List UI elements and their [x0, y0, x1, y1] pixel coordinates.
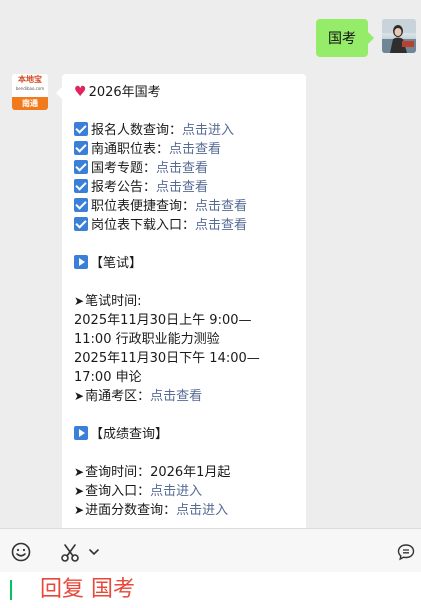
score-time-text: 查询时间：2026年1月起	[85, 465, 231, 480]
exam-area-link[interactable]: 点击查看	[150, 389, 202, 404]
user-photo	[382, 19, 416, 53]
link-row: 职位表便捷查询：点击查看	[74, 197, 302, 216]
written-time-label: ➤笔试时间:	[74, 292, 302, 311]
outgoing-message-text: 国考	[328, 31, 356, 47]
exam-area-row: ➤南通考区：点击查看	[74, 387, 302, 406]
written-exam-title: 【笔试】	[74, 254, 302, 273]
link-action[interactable]: 点击查看	[169, 142, 221, 157]
play-icon	[74, 426, 88, 440]
link-label: 南通职位表：	[91, 142, 170, 157]
arrow-icon: ➤	[74, 294, 85, 308]
avatar-logo: 本地宝 bendibao.com	[12, 74, 48, 96]
check-icon	[74, 122, 88, 136]
score-entry-row: ➤查询入口：点击进入	[74, 482, 302, 501]
score-query-title: 【成绩查询】	[74, 425, 302, 444]
link-action[interactable]: 点击进入	[182, 123, 234, 138]
arrow-icon: ➤	[74, 465, 85, 479]
written-time-text: 笔试时间:	[85, 294, 142, 309]
arrow-icon: ➤	[74, 389, 85, 403]
scissors-icon[interactable]	[59, 542, 81, 564]
link-action[interactable]: 点击查看	[156, 180, 208, 195]
incoming-message-bubble[interactable]: ♥ 2026年国考 报名人数查询：点击进入 南通职位表：点击查看 国考专题：点击查…	[56, 74, 306, 528]
arrow-icon: ➤	[74, 503, 85, 517]
link-row: 报名人数查询：点击进入	[74, 121, 302, 140]
message-heading: ♥ 2026年国考	[74, 83, 302, 102]
check-icon	[74, 179, 88, 193]
message-input[interactable]: 回复 国考	[0, 572, 421, 608]
avatar-logo-text: 本地宝	[18, 75, 42, 84]
message-content: ♥ 2026年国考 报名人数查询：点击进入 南通职位表：点击查看 国考专题：点击查…	[74, 83, 302, 520]
link-row: 南通职位表：点击查看	[74, 140, 302, 159]
score-time-row: ➤查询时间：2026年1月起	[74, 463, 302, 482]
chat-area: 国考 本地宝 bendibao.com 南通 ♥ 2026年国考 报名人数查询：点…	[0, 0, 421, 528]
exam-area-label: 南通考区：	[85, 389, 151, 404]
text-cursor	[10, 580, 12, 600]
interview-score-row: ➤进面分数查询：点击进入	[74, 501, 302, 520]
emoji-icon[interactable]	[11, 542, 31, 562]
link-action[interactable]: 点击查看	[195, 218, 247, 233]
interview-score-link[interactable]: 点击进入	[176, 503, 228, 518]
arrow-icon: ➤	[74, 484, 85, 498]
chat-bubble-icon[interactable]	[397, 543, 415, 561]
schedule-line: 2025年11月30日上午 9:00—	[74, 313, 252, 328]
check-icon	[74, 141, 88, 155]
official-account-avatar[interactable]: 本地宝 bendibao.com 南通	[12, 74, 48, 110]
link-row: 国考专题：点击查看	[74, 159, 302, 178]
play-icon	[74, 255, 88, 269]
score-entry-label: 查询入口：	[85, 484, 151, 499]
link-label: 报考公告：	[91, 180, 157, 195]
schedule-line: 17:00 申论	[74, 370, 142, 385]
avatar-logo-subtext: bendibao.com	[15, 86, 45, 91]
user-avatar[interactable]	[382, 19, 416, 53]
message-input-text: 回复 国考	[40, 577, 135, 602]
link-action[interactable]: 点击查看	[195, 199, 247, 214]
link-action[interactable]: 点击查看	[156, 161, 208, 176]
input-toolbar	[0, 528, 421, 573]
check-icon	[74, 198, 88, 212]
link-label: 职位表便捷查询：	[91, 199, 196, 214]
check-icon	[74, 160, 88, 174]
section-title: 【成绩查询】	[90, 427, 169, 442]
schedule-line: 11:00 行政职业能力测验	[74, 332, 220, 347]
avatar-city-label: 南通	[12, 97, 48, 110]
outgoing-message-bubble[interactable]: 国考	[316, 19, 374, 57]
heading-text: 2026年国考	[88, 85, 161, 100]
interview-score-label: 进面分数查询：	[85, 503, 177, 518]
check-icon	[74, 217, 88, 231]
link-label: 岗位表下载入口：	[91, 218, 196, 233]
chevron-down-icon[interactable]	[89, 548, 99, 556]
link-row: 岗位表下载入口：点击查看	[74, 216, 302, 235]
section-title: 【笔试】	[90, 256, 143, 271]
score-entry-link[interactable]: 点击进入	[150, 484, 202, 499]
link-label: 国考专题：	[91, 161, 157, 176]
schedule-line: 2025年11月30日下午 14:00—	[74, 351, 260, 366]
heart-icon: ♥	[74, 84, 87, 100]
link-label: 报名人数查询：	[91, 123, 183, 138]
link-row: 报考公告：点击查看	[74, 178, 302, 197]
